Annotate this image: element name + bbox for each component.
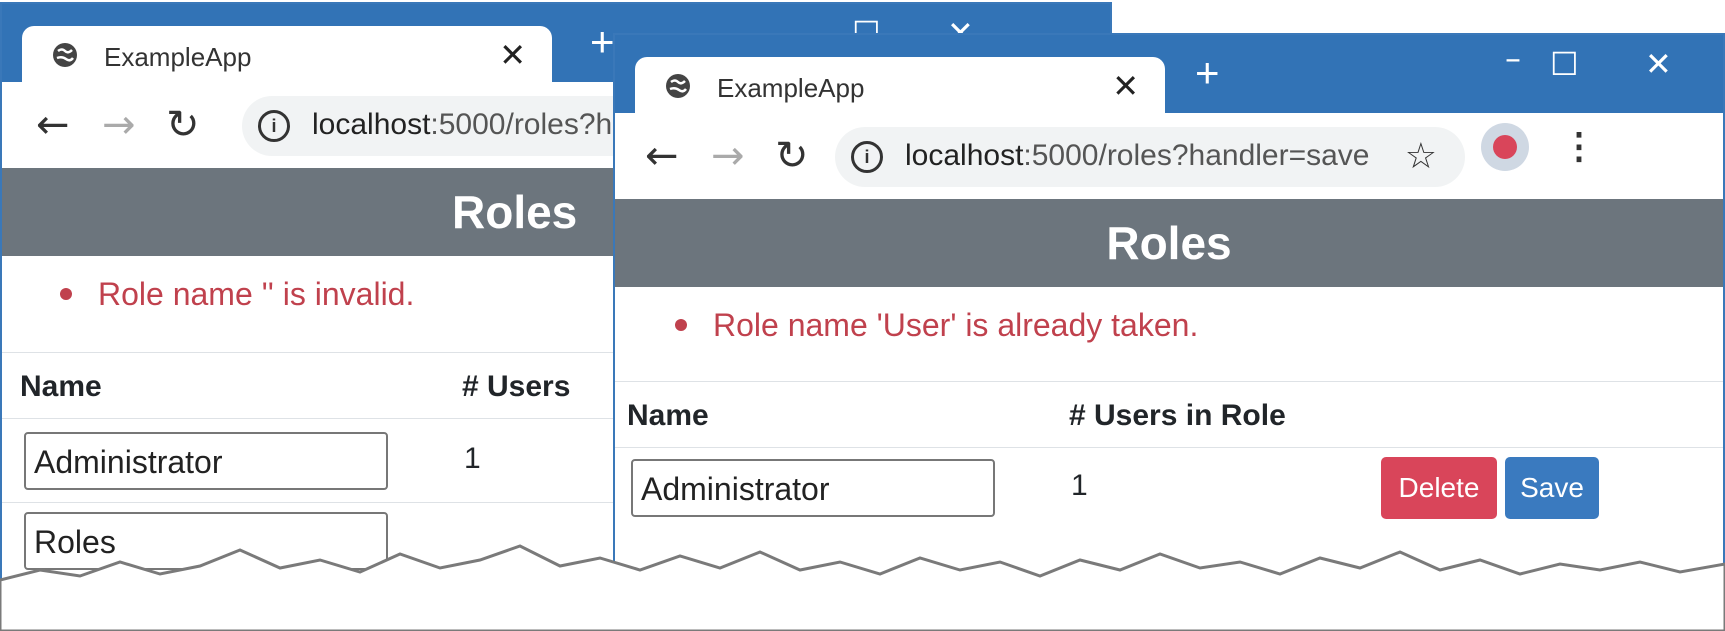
divider [615, 447, 1723, 448]
url-text: localhost:5000/roles?h [312, 108, 613, 141]
new-tab-icon[interactable]: + [1195, 49, 1220, 97]
browser-tab[interactable]: ExampleApp ✕ [22, 26, 552, 84]
save-button[interactable]: Save [1505, 457, 1599, 519]
tab-title: ExampleApp [104, 42, 252, 72]
tab-title: ExampleApp [717, 73, 865, 103]
page-title: Roles [615, 199, 1723, 287]
reload-icon[interactable]: ↻ [166, 102, 200, 148]
new-tab-icon[interactable]: + [590, 18, 615, 66]
users-count: 1 [1071, 469, 1088, 502]
validation-error: Role name '' is invalid. [60, 276, 414, 313]
bullet-icon [675, 318, 687, 331]
users-count: 1 [464, 442, 481, 475]
info-icon[interactable]: i [851, 141, 883, 173]
close-icon[interactable]: ✕ [1112, 67, 1139, 105]
close-icon[interactable]: ✕ [499, 36, 526, 74]
validation-error: Role name 'User' is already taken. [675, 307, 1198, 344]
back-icon[interactable]: ← [645, 133, 679, 179]
window-close-icon[interactable]: ✕ [1645, 45, 1672, 83]
delete-button[interactable]: Delete [1381, 457, 1497, 519]
browser-tab[interactable]: ExampleApp ✕ [635, 57, 1165, 115]
address-bar[interactable]: i localhost:5000/roles?handler=save ☆ [835, 127, 1465, 187]
divider [615, 381, 1723, 382]
info-icon[interactable]: i [258, 110, 290, 142]
menu-kebab-icon[interactable]: ⋮ [1561, 125, 1597, 167]
role-name-input[interactable]: Administrator [631, 459, 995, 517]
maximize-icon[interactable]: ☐ [1550, 45, 1579, 83]
globe-icon [53, 43, 77, 67]
bookmark-star-icon[interactable]: ☆ [1405, 135, 1437, 177]
reload-icon[interactable]: ↻ [775, 133, 809, 179]
column-header-name: Name [627, 399, 709, 432]
url-text: localhost:5000/roles?handler=save [905, 139, 1370, 172]
column-header-users: # Users [462, 370, 571, 403]
back-icon[interactable]: ← [36, 102, 70, 148]
role-name-input[interactable]: Administrator [24, 432, 388, 490]
browser-toolbar: ← → ↻ i localhost:5000/roles?handler=sav… [615, 115, 1723, 197]
title-bar: ExampleApp ✕ + – ☐ ✕ [615, 35, 1723, 115]
forward-icon[interactable]: → [102, 102, 136, 148]
column-header-name: Name [20, 370, 102, 403]
forward-icon[interactable]: → [711, 133, 745, 179]
column-header-users: # Users in Role [1069, 399, 1286, 432]
globe-icon [666, 74, 690, 98]
profile-avatar-icon[interactable] [1481, 123, 1529, 171]
torn-edge [0, 544, 1725, 631]
bullet-icon [60, 287, 72, 300]
minimize-icon[interactable]: – [1505, 39, 1521, 77]
